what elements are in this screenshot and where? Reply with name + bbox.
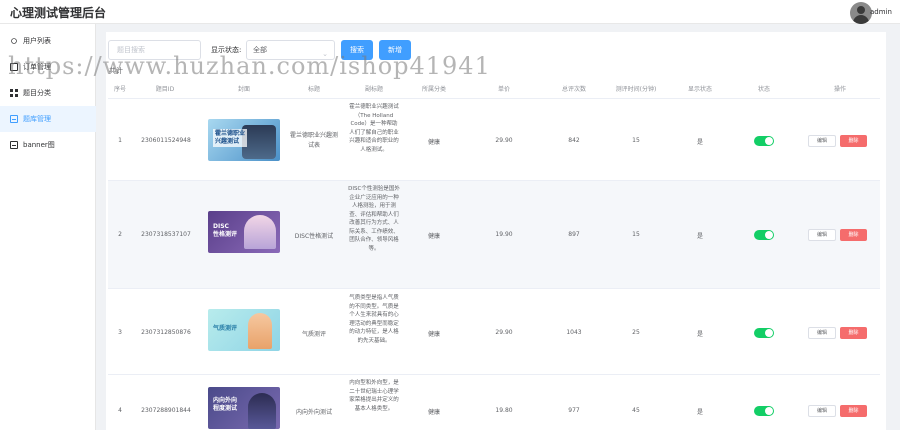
column-header: 测评时间(分钟) — [615, 86, 657, 93]
grid-icon — [10, 89, 18, 97]
status-toggle[interactable] — [754, 328, 774, 338]
column-header: 题目ID — [155, 86, 175, 93]
row-minutes: 25 — [632, 329, 640, 336]
row-id: 2307318537107 — [141, 231, 191, 238]
sidebar-item-label: 题库管理 — [23, 115, 51, 123]
column-header: 状态 — [757, 86, 770, 93]
row-subtitle: DISC个性测验是国外企业广泛应用的一种人格测验，用于测查、评估和帮助人们改善其… — [348, 186, 400, 252]
document-icon — [10, 115, 18, 123]
row-title: 霍兰德职业兴趣测试表 — [289, 132, 338, 149]
sidebar-item-question-bank[interactable]: 题库管理 — [0, 106, 96, 132]
row-minutes: 45 — [632, 407, 640, 414]
cover-text: 气质测评 — [213, 325, 238, 332]
top-bar: 心理测试管理后台 admin — [0, 0, 900, 24]
edit-button[interactable]: 编辑 — [808, 327, 836, 339]
column-header: 副标题 — [364, 86, 383, 93]
row-price: 29.90 — [495, 329, 513, 336]
row-category: 健康 — [427, 233, 440, 240]
row-title: DISC性格测试 — [294, 233, 334, 240]
table-row: 4 2307288901844 内向外向 程度测试 内向外向测试 内向型和外向型… — [108, 374, 880, 430]
cover-text: 内向外向 程度测试 — [213, 397, 238, 413]
app-title: 心理测试管理后台 — [10, 6, 107, 20]
row-display: 是 — [696, 331, 703, 338]
table-row: 1 2306011524948 霍兰德职业 兴趣测试 霍兰德职业兴趣测试表 霍兰… — [108, 98, 880, 180]
edit-button[interactable]: 编辑 — [808, 405, 836, 417]
delete-button[interactable]: 删除 — [840, 135, 867, 147]
edit-button[interactable]: 编辑 — [808, 135, 836, 147]
cover-text: 霍兰德职业 兴趣测试 — [213, 129, 248, 148]
row-category: 健康 — [427, 331, 440, 338]
row-minutes: 15 — [632, 231, 640, 238]
table-row: 2 2307318537107 DISC 性格测评 DISC性格测试 DISC个… — [108, 180, 880, 288]
cover-image: 内向外向 程度测试 — [208, 387, 280, 429]
document-icon — [10, 141, 18, 149]
cover-image: 霍兰德职业 兴趣测试 — [208, 119, 280, 161]
username[interactable]: admin — [870, 8, 892, 16]
row-display: 是 — [696, 233, 703, 240]
row-index: 1 — [118, 137, 122, 144]
row-subtitle: 内向型和外向型，是二十世纪瑞士心理学家荣格提出并定义的基本人格类型。 — [349, 380, 399, 412]
sidebar-item-categories[interactable]: 题目分类 — [0, 80, 96, 106]
row-index: 3 — [118, 329, 122, 336]
status-toggle[interactable] — [754, 136, 774, 146]
row-subtitle: 霍兰德职业兴趣测试（The Holland Code）是一种帮助人们了解自己的职… — [349, 104, 399, 153]
row-category: 健康 — [427, 139, 440, 146]
sidebar-item-label: banner图 — [23, 141, 55, 149]
row-display: 是 — [696, 139, 703, 146]
main-panel: 题目搜索 显示状态: 全部 ⌄ 搜索 新增 共计 序号 题目ID 封面 标题 副… — [106, 32, 886, 430]
sidebar-item-label: 题目分类 — [23, 89, 51, 97]
column-header: 总评次数 — [561, 86, 586, 93]
row-minutes: 15 — [632, 137, 640, 144]
column-header: 操作 — [833, 86, 846, 93]
delete-button[interactable]: 删除 — [840, 229, 867, 241]
row-title: 气质测评 — [301, 331, 326, 338]
delete-button[interactable]: 删除 — [840, 327, 867, 339]
user-icon — [11, 38, 17, 44]
row-count: 977 — [568, 407, 580, 414]
sidebar-item-users[interactable]: 用户列表 — [0, 28, 96, 54]
sidebar-item-label: 用户列表 — [23, 37, 51, 45]
row-index: 4 — [118, 407, 122, 414]
column-header: 标题 — [307, 86, 320, 93]
sidebar: 用户列表 订单管理 题目分类 题库管理 banner图 — [0, 24, 96, 430]
column-header: 封面 — [237, 86, 250, 93]
sidebar-item-banner[interactable]: banner图 — [0, 132, 96, 158]
row-title: 内向外向测试 — [295, 409, 332, 416]
row-price: 19.90 — [495, 231, 513, 238]
cover-image: 气质测评 — [208, 309, 280, 351]
column-header: 单价 — [497, 86, 510, 93]
column-header: 显示状态 — [687, 86, 712, 93]
cover-text: DISC 性格测评 — [213, 223, 238, 239]
avatar-icon[interactable] — [850, 2, 872, 24]
cover-image: DISC 性格测评 — [208, 211, 280, 253]
row-index: 2 — [118, 231, 122, 238]
status-toggle[interactable] — [754, 230, 774, 240]
row-id: 2307312850876 — [141, 329, 191, 336]
row-subtitle: 气质类型是指人气质的不同类型。气质是个人生来就具有的心理活动的典型而稳定的动力特… — [349, 295, 399, 344]
row-count: 842 — [568, 137, 580, 144]
row-price: 19.80 — [495, 407, 513, 414]
status-toggle[interactable] — [754, 406, 774, 416]
row-display: 是 — [696, 409, 703, 416]
row-count: 1043 — [566, 329, 582, 336]
watermark-text: https://www.huzhan.com/ishop41941 — [8, 52, 491, 80]
table-row: 3 2307312850876 气质测评 气质测评 气质类型是指人气质的不同类型… — [108, 288, 880, 374]
row-id: 2306011524948 — [141, 137, 191, 144]
table-header: 序号 题目ID 封面 标题 副标题 所属分类 单价 总评次数 测评时间(分钟) … — [108, 84, 880, 98]
column-header: 序号 — [114, 86, 127, 93]
edit-button[interactable]: 编辑 — [808, 229, 836, 241]
delete-button[interactable]: 删除 — [840, 405, 867, 417]
row-count: 897 — [568, 231, 580, 238]
row-price: 29.90 — [495, 137, 513, 144]
column-header: 所属分类 — [421, 86, 446, 93]
row-category: 健康 — [427, 409, 440, 416]
row-id: 2307288901844 — [141, 407, 191, 414]
